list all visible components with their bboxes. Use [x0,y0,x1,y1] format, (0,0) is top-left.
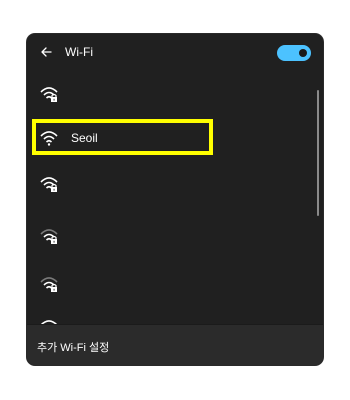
more-wifi-settings-link[interactable]: 추가 Wi-Fi 설정 [37,339,109,355]
page-title: Wi-Fi [65,45,93,59]
highlight-box [32,119,213,155]
network-item[interactable] [27,74,323,114]
wifi-toggle[interactable] [277,45,311,61]
network-item[interactable] [27,216,323,256]
wifi-secured-icon [40,229,58,244]
toggle-knob [299,49,307,57]
footer-more-wifi-settings[interactable]: 추가 Wi-Fi 설정 [27,324,323,365]
network-item[interactable] [27,164,323,204]
wifi-secured-icon [40,87,58,102]
wifi-flyout-panel: Wi-Fi Seoil 추가 Wi-Fi 설정 [27,34,323,365]
network-item[interactable] [27,264,323,304]
wifi-secured-icon [40,177,58,192]
wifi-secured-icon [40,277,58,292]
back-arrow-icon[interactable] [39,45,53,59]
wifi-header: Wi-Fi [27,34,323,70]
